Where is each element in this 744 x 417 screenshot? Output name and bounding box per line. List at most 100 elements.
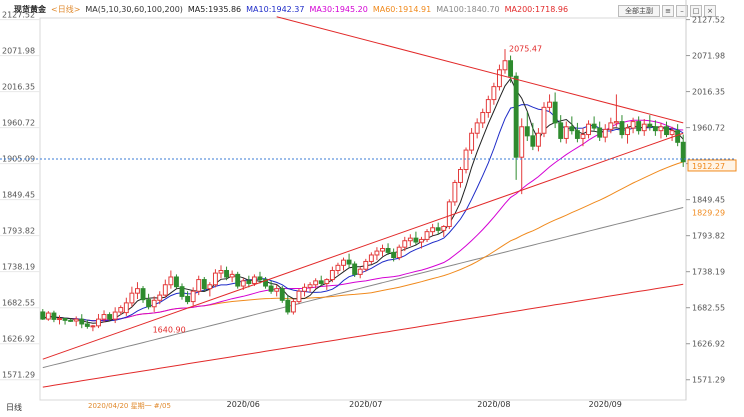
candle-body bbox=[290, 301, 296, 313]
candle-body bbox=[446, 201, 452, 227]
candle-body bbox=[207, 284, 213, 290]
candle-body bbox=[151, 299, 157, 308]
candle-body bbox=[396, 246, 402, 259]
candle-body bbox=[480, 112, 486, 124]
trendline bbox=[42, 132, 684, 360]
y-tick-label-left: 1682.55 bbox=[2, 299, 35, 308]
candle-body bbox=[45, 312, 51, 320]
candle-body bbox=[547, 101, 553, 108]
candle-body bbox=[430, 227, 436, 233]
y-tick-label-right: 2016.35 bbox=[692, 88, 725, 97]
candle-body bbox=[123, 302, 129, 314]
candle-body bbox=[580, 134, 586, 139]
y-tick-label-left: 1626.92 bbox=[2, 335, 35, 344]
candle-body bbox=[90, 325, 96, 328]
candle-body bbox=[240, 280, 246, 287]
footer-range: 2020/04/20 星期一 #/05 bbox=[88, 402, 171, 410]
candle-body bbox=[652, 126, 658, 132]
y-tick-label-left: 1793.82 bbox=[2, 227, 35, 236]
candle-body bbox=[535, 132, 541, 147]
candle-body bbox=[574, 130, 580, 139]
candle-body bbox=[558, 122, 564, 139]
candle-body bbox=[569, 126, 575, 132]
candle-body bbox=[391, 251, 397, 259]
candle-body bbox=[508, 60, 514, 77]
candle-body bbox=[140, 288, 146, 301]
chart-window: 现货黄金 <日线> MA(5,10,30,60,100,200) MA5:193… bbox=[0, 0, 744, 417]
candle-body bbox=[658, 126, 664, 132]
candle-body bbox=[636, 121, 642, 132]
candle-body bbox=[452, 181, 458, 203]
candle-body bbox=[324, 279, 330, 284]
y-tick-label-left: 1905.09 bbox=[2, 155, 35, 164]
candle-body bbox=[485, 99, 491, 114]
candle-body bbox=[341, 259, 346, 266]
candle-body bbox=[302, 286, 307, 292]
candle-body bbox=[107, 314, 113, 320]
candle-body bbox=[530, 135, 536, 147]
candle-body bbox=[597, 127, 603, 138]
candle-body bbox=[363, 260, 369, 270]
y-tick-label-right: 1682.55 bbox=[692, 304, 725, 313]
candle-body bbox=[51, 312, 57, 320]
ma60-line bbox=[42, 161, 684, 322]
candle-body bbox=[641, 123, 647, 132]
ma5-line bbox=[42, 77, 684, 324]
candle-body bbox=[135, 288, 140, 294]
chart-footer: 日线 2020/04/20 星期一 #/05 bbox=[0, 400, 744, 417]
candle-body bbox=[96, 318, 101, 327]
candle-body bbox=[496, 69, 502, 88]
ma-axis-label: 1829.29 bbox=[692, 209, 725, 218]
candlestick-chart[interactable]: 2127.52 2127.52 2071.98 2071.98 2016.35 2016.… bbox=[0, 0, 744, 417]
candle-body bbox=[352, 263, 358, 275]
price-annotation: 2075.47 bbox=[509, 44, 542, 53]
candle-body bbox=[162, 284, 168, 296]
candle-body bbox=[458, 169, 463, 183]
candle-body bbox=[602, 128, 608, 138]
candle-body bbox=[201, 279, 207, 290]
candle-body bbox=[313, 280, 319, 286]
y-tick-label-left: 1960.72 bbox=[2, 119, 35, 128]
plot-frame bbox=[39, 17, 687, 401]
candle-body bbox=[168, 276, 174, 286]
y-tick-label-right: 1738.19 bbox=[692, 268, 725, 277]
candle-body bbox=[235, 273, 241, 287]
candle-body bbox=[251, 276, 257, 284]
candle-body bbox=[385, 247, 391, 253]
candle-body bbox=[318, 280, 324, 284]
ma100-line bbox=[42, 207, 684, 369]
candle-body bbox=[279, 288, 285, 301]
candle-body bbox=[519, 126, 525, 158]
candle-body bbox=[402, 240, 408, 248]
candle-body bbox=[613, 121, 619, 124]
candle-body bbox=[513, 75, 519, 158]
candle-body bbox=[129, 292, 135, 304]
candle-body bbox=[619, 121, 625, 136]
candle-body bbox=[57, 318, 62, 321]
candle-body bbox=[469, 132, 475, 151]
candle-body bbox=[380, 247, 385, 252]
footer-period[interactable]: 日线 bbox=[6, 402, 22, 413]
candle-body bbox=[40, 311, 46, 320]
candle-body bbox=[675, 130, 681, 143]
candle-body bbox=[463, 149, 469, 171]
candle-body bbox=[257, 276, 263, 281]
candle-body bbox=[630, 121, 636, 129]
candle-body bbox=[246, 280, 252, 284]
candle-body bbox=[229, 273, 235, 278]
candle-body bbox=[307, 284, 313, 288]
candle-body bbox=[112, 311, 118, 320]
candle-body bbox=[669, 130, 675, 136]
candle-body bbox=[218, 270, 224, 274]
candle-body bbox=[374, 250, 380, 256]
candle-body bbox=[407, 237, 413, 242]
candle-body bbox=[212, 272, 218, 286]
candle-body bbox=[541, 106, 547, 134]
candle-body bbox=[62, 318, 68, 321]
candle-body bbox=[146, 299, 152, 308]
candle-body bbox=[68, 319, 74, 322]
y-tick-label-left: 1738.19 bbox=[2, 263, 35, 272]
candle-body bbox=[424, 231, 430, 240]
candle-body bbox=[296, 290, 302, 303]
candle-body bbox=[474, 122, 480, 134]
